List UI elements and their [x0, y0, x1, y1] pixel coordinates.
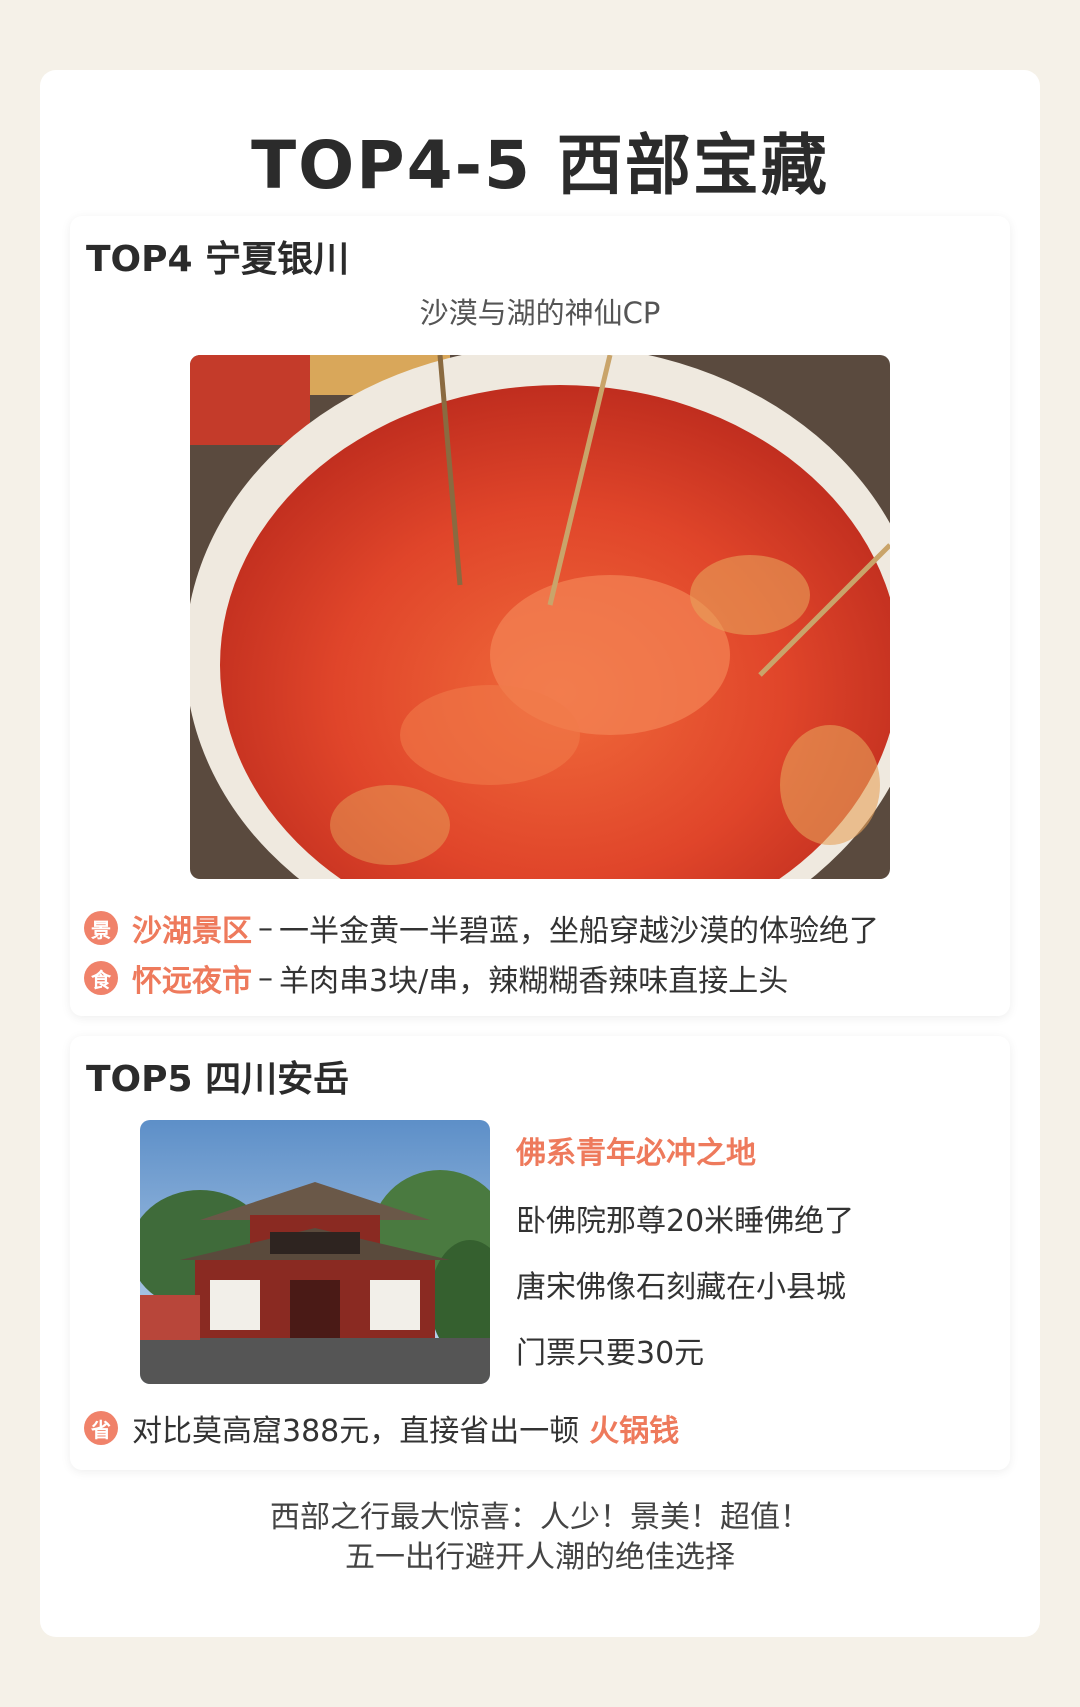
section-subtitle: 沙漠与湖的神仙CP: [419, 296, 661, 330]
item-desc: 一半金黄一半碧蓝，坐船穿越沙漠的体验绝了: [279, 914, 879, 949]
save-icon: 省: [84, 1411, 118, 1445]
savings-note: 省 对比莫高窟388元，直接省出一顿 火锅钱: [84, 1406, 685, 1450]
list-item: 景 沙湖景区 – 一半金黄一半碧蓝，坐船穿越沙漠的体验绝了: [84, 906, 879, 950]
spicy-hotpot-photo: [190, 355, 890, 879]
footer: 西部之行最大惊喜：人少！景美！超值！ 五一出行避开人潮的绝佳选择: [0, 1498, 1080, 1578]
section-title: TOP5 四川安岳: [86, 1059, 350, 1100]
section-title: TOP4 宁夏银川: [86, 239, 350, 280]
detail-line: 门票只要30元: [516, 1336, 705, 1371]
note-text: 对比莫高窟388元，直接省出一顿: [132, 1414, 580, 1449]
item-separator: –: [258, 960, 273, 996]
temple-details: 佛系青年必冲之地 卧佛院那尊20米睡佛绝了 唐宋佛像石刻藏在小县城 门票只要30…: [516, 1128, 854, 1394]
detail-line: 卧佛院那尊20米睡佛绝了: [516, 1204, 855, 1239]
detail-line: 唐宋佛像石刻藏在小县城: [516, 1270, 846, 1305]
page-title: TOP4-5 西部宝藏: [251, 127, 829, 204]
scenic-icon: 景: [84, 911, 118, 945]
section-headline: 佛系青年必冲之地: [516, 1136, 756, 1171]
food-icon: 食: [84, 961, 118, 995]
item-name: 怀远夜市: [132, 964, 252, 999]
item-name: 沙湖景区: [132, 914, 252, 949]
section-top4: TOP4 宁夏银川 沙漠与湖的神仙CP 景 沙湖景区 – 一半金黄一半碧蓝，坐船…: [70, 216, 1010, 1016]
section-top5: TOP5 四川安岳 佛系青年必冲之地 卧佛院那尊20米睡佛绝了 唐宋佛像石刻藏在…: [70, 1036, 1010, 1470]
temple-photo: [140, 1120, 490, 1384]
list-item: 食 怀远夜市 – 羊肉串3块/串，辣糊糊香辣味直接上头: [84, 956, 788, 1000]
footer-line: 五一出行避开人潮的绝佳选择: [345, 1540, 735, 1575]
item-separator: –: [258, 910, 273, 946]
note-highlight: 火锅钱: [589, 1414, 680, 1449]
item-desc: 羊肉串3块/串，辣糊糊香辣味直接上头: [279, 964, 789, 999]
footer-line: 西部之行最大惊喜：人少！景美！超值！: [270, 1500, 810, 1535]
